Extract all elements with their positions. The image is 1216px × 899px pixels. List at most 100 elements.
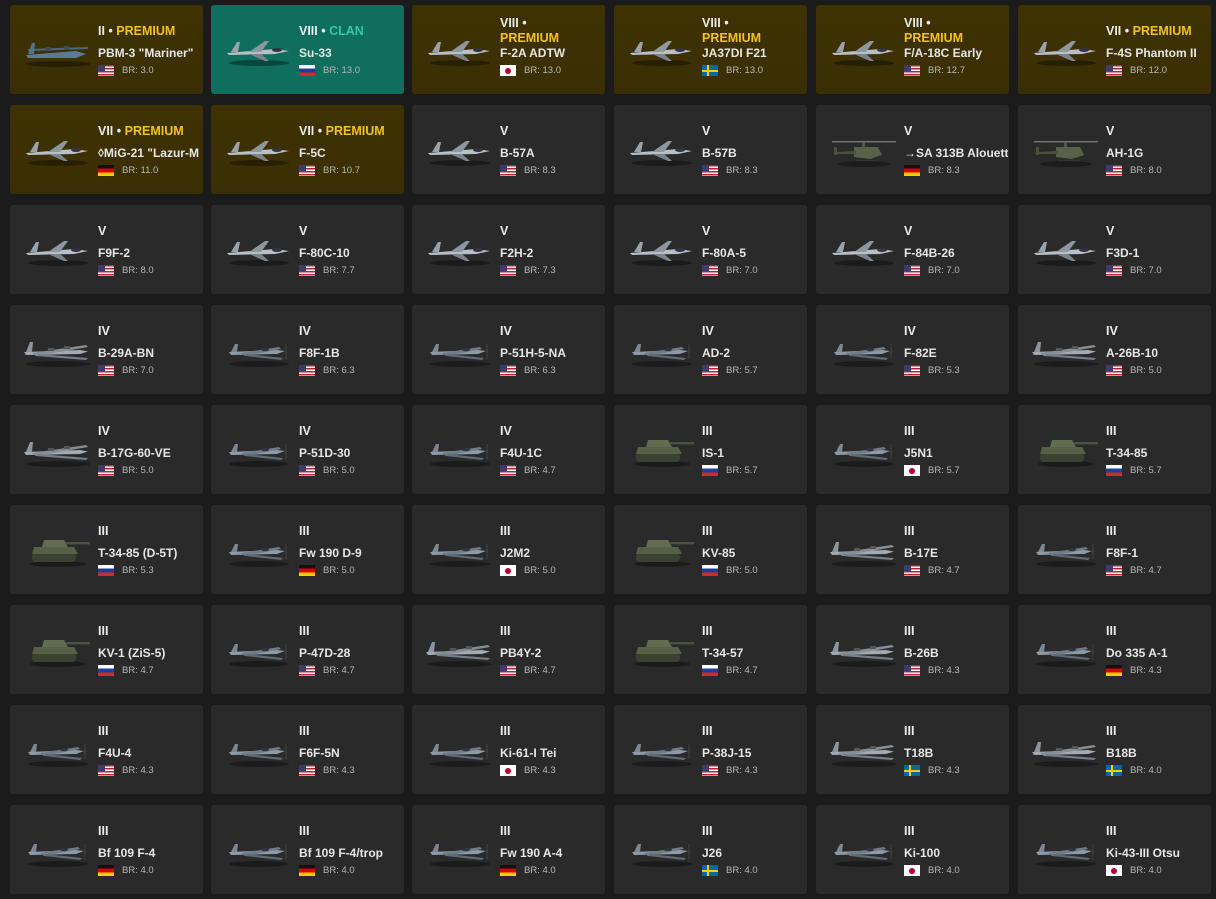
br-label: BR: — [928, 765, 944, 776]
vehicle-name: Su-33 — [299, 46, 332, 60]
vehicle-card[interactable]: III Ki-43-III Otsu BR: 4.0 — [1018, 805, 1211, 894]
vehicle-card[interactable]: V →SA 313B Alouett BR: 8.3 — [816, 105, 1009, 194]
br-value: 4.0 — [341, 865, 355, 876]
vehicle-card[interactable]: III J5N1 BR: 5.7 — [816, 405, 1009, 494]
vehicle-card[interactable]: VII • PREMIUM ◊MiG-21 "Lazur-M BR: 11.0 — [10, 105, 203, 194]
vehicle-name: B-57A — [500, 146, 535, 160]
vehicle-card[interactable]: IV P-51D-30 BR: 5.0 — [211, 405, 404, 494]
vehicle-rank: IV — [98, 424, 110, 439]
br-value: 5.0 — [341, 565, 355, 576]
vehicle-card[interactable]: V F3D-1 BR: 7.0 — [1018, 205, 1211, 294]
br-label: BR: — [928, 565, 944, 576]
br-label: BR: — [726, 465, 742, 476]
vehicle-card[interactable]: VII • PREMIUM F-5C BR: 10.7 — [211, 105, 404, 194]
vehicle-card[interactable]: V F9F-2 BR: 8.0 — [10, 205, 203, 294]
vehicle-card[interactable]: V F-80A-5 BR: 7.0 — [614, 205, 807, 294]
vehicle-card[interactable]: IV F4U-1C BR: 4.7 — [412, 405, 605, 494]
vehicle-card[interactable]: IV F8F-1B BR: 6.3 — [211, 305, 404, 394]
vehicle-name: AD-2 — [702, 346, 731, 360]
vehicle-card[interactable]: IV AD-2 BR: 5.7 — [614, 305, 807, 394]
vehicle-card[interactable]: IV A-26B-10 BR: 5.0 — [1018, 305, 1211, 394]
vehicle-bomber-icon — [1026, 327, 1106, 373]
vehicle-card[interactable]: III P-38J-15 BR: 4.3 — [614, 705, 807, 794]
br-value: 7.7 — [341, 265, 355, 276]
vehicle-card[interactable]: V F2H-2 BR: 7.3 — [412, 205, 605, 294]
vehicle-rank: VIII • CLAN — [299, 24, 364, 38]
vehicle-card[interactable]: III Bf 109 F-4 BR: 4.0 — [10, 805, 203, 894]
vehicle-rank: III — [702, 724, 712, 739]
usa-flag-icon — [904, 565, 920, 576]
vehicle-card[interactable]: III F6F-5N BR: 4.3 — [211, 705, 404, 794]
vehicle-name: Fw 190 A-4 — [500, 846, 563, 860]
vehicle-card[interactable]: III J26 BR: 4.0 — [614, 805, 807, 894]
rank-numeral: III — [1106, 724, 1117, 738]
usa-flag-icon — [904, 65, 920, 76]
br-label: BR: — [726, 765, 742, 776]
vehicle-card[interactable]: IV B-17G-60-VE BR: 5.0 — [10, 405, 203, 494]
vehicle-card[interactable]: VII • PREMIUM F-4S Phantom II BR: 12.0 — [1018, 5, 1211, 94]
vehicle-card[interactable]: III T18B BR: 4.3 — [816, 705, 1009, 794]
vehicle-rank: IV — [299, 424, 311, 439]
vehicle-card[interactable]: III P-47D-28 BR: 4.7 — [211, 605, 404, 694]
rank-numeral: V — [98, 224, 107, 238]
vehicle-card[interactable]: II • PREMIUM PBM-3 "Mariner" BR: 3.0 — [10, 5, 203, 94]
vehicle-card[interactable]: III Fw 190 D-9 BR: 5.0 — [211, 505, 404, 594]
vehicle-card[interactable]: III KV-85 BR: 5.0 — [614, 505, 807, 594]
battle-rating: BR: 4.3 — [904, 765, 960, 777]
battle-rating: BR: 4.0 — [904, 865, 960, 877]
br-value: 7.0 — [744, 265, 758, 276]
br-label: BR: — [928, 665, 944, 676]
rank-numeral: III — [500, 724, 511, 738]
br-value: 4.0 — [1148, 865, 1162, 876]
vehicle-card[interactable]: V B-57B BR: 8.3 — [614, 105, 807, 194]
battle-rating: BR: 13.0 — [702, 65, 763, 77]
premium-badge: PREMIUM — [116, 24, 176, 38]
vehicle-card[interactable]: VIII • PREMIUM JA37DI F21 BR: 13.0 — [614, 5, 807, 94]
vehicle-card[interactable]: III T-34-85 (D-5T) BR: 5.3 — [10, 505, 203, 594]
battle-rating: BR: 5.3 — [98, 565, 154, 577]
vehicle-prop-icon — [219, 327, 299, 373]
vehicle-card[interactable]: V F-84B-26 BR: 7.0 — [816, 205, 1009, 294]
vehicle-jet-icon — [219, 227, 299, 273]
vehicle-card[interactable]: IV B-29A-BN BR: 7.0 — [10, 305, 203, 394]
vehicle-card[interactable]: III PB4Y-2 BR: 4.7 — [412, 605, 605, 694]
vehicle-card[interactable]: III IS-1 BR: 5.7 — [614, 405, 807, 494]
vehicle-prop-icon — [1026, 627, 1106, 673]
br-value: 6.3 — [341, 365, 355, 376]
vehicle-card[interactable]: III B-17E BR: 4.7 — [816, 505, 1009, 594]
vehicle-card[interactable]: III F8F-1 BR: 4.7 — [1018, 505, 1211, 594]
vehicle-card[interactable]: III Bf 109 F-4/trop BR: 4.0 — [211, 805, 404, 894]
br-value: 5.3 — [946, 365, 960, 376]
vehicle-card[interactable]: V AH-1G BR: 8.0 — [1018, 105, 1211, 194]
vehicle-card[interactable]: III B-26B BR: 4.3 — [816, 605, 1009, 694]
vehicle-card[interactable]: III F4U-4 BR: 4.3 — [10, 705, 203, 794]
japan-flag-icon — [904, 865, 920, 876]
vehicle-card[interactable]: III T-34-85 BR: 5.7 — [1018, 405, 1211, 494]
vehicle-card[interactable]: III KV-1 (ZiS-5) BR: 4.7 — [10, 605, 203, 694]
vehicle-card[interactable]: III Ki-61-I Tei BR: 4.3 — [412, 705, 605, 794]
vehicle-bomber-icon — [1026, 727, 1106, 773]
vehicle-card[interactable]: III J2M2 BR: 5.0 — [412, 505, 605, 594]
vehicle-card[interactable]: III B18B BR: 4.0 — [1018, 705, 1211, 794]
battle-rating: BR: 6.3 — [299, 365, 355, 377]
vehicle-card[interactable]: III T-34-57 BR: 4.7 — [614, 605, 807, 694]
br-label: BR: — [1130, 665, 1146, 676]
vehicle-rank: III — [1106, 524, 1116, 539]
vehicle-name: F3D-1 — [1106, 246, 1140, 260]
vehicle-card[interactable]: VIII • CLAN Su-33 BR: 13.0 — [211, 5, 404, 94]
vehicle-card[interactable]: III Ki-100 BR: 4.0 — [816, 805, 1009, 894]
vehicle-card[interactable]: III Do 335 A-1 BR: 4.3 — [1018, 605, 1211, 694]
vehicle-card[interactable]: VIII • PREMIUM F/A-18C Early BR: 12.7 — [816, 5, 1009, 94]
br-value: 4.0 — [1148, 765, 1162, 776]
vehicle-card[interactable]: V F-80C-10 BR: 7.7 — [211, 205, 404, 294]
vehicle-tank-icon — [622, 627, 702, 673]
vehicle-grid: II • PREMIUM PBM-3 "Mariner" BR: 3.0 VIII •… — [0, 0, 1216, 899]
br-label: BR: — [524, 365, 540, 376]
vehicle-card[interactable]: IV F-82E BR: 5.3 — [816, 305, 1009, 394]
vehicle-card[interactable]: VIII • PREMIUM F-2A ADTW BR: 13.0 — [412, 5, 605, 94]
vehicle-card[interactable]: V B-57A BR: 8.3 — [412, 105, 605, 194]
vehicle-card[interactable]: IV P-51H-5-NA BR: 6.3 — [412, 305, 605, 394]
vehicle-rank: III — [98, 724, 108, 739]
vehicle-card[interactable]: III Fw 190 A-4 BR: 4.0 — [412, 805, 605, 894]
rank-numeral: II — [98, 24, 105, 38]
